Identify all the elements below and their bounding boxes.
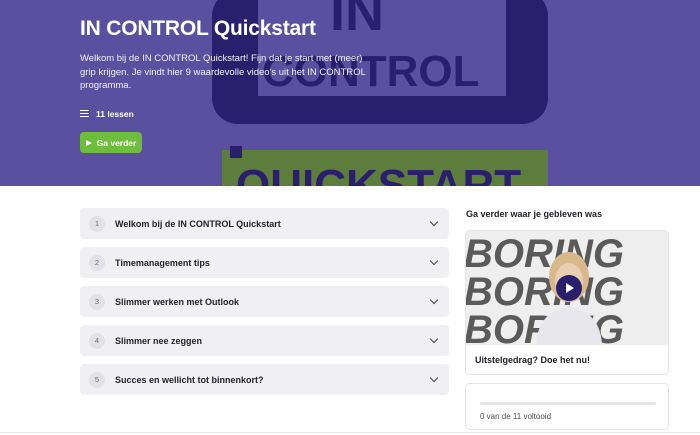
- lesson-item[interactable]: 1 Welkom bij de IN CONTROL Quickstart: [80, 208, 449, 239]
- play-icon: [566, 283, 574, 293]
- lesson-title: Slimmer werken met Outlook: [115, 296, 240, 307]
- chevron-down-icon[interactable]: [429, 373, 439, 383]
- course-title: IN CONTROL Quickstart: [80, 17, 316, 40]
- list-icon: [80, 109, 89, 118]
- lesson-number: 2: [89, 254, 105, 271]
- resume-heading: Ga verder waar je gebleven was: [466, 209, 603, 219]
- chevron-down-icon[interactable]: [429, 217, 439, 227]
- video-play-button[interactable]: [556, 275, 582, 301]
- lesson-item[interactable]: 2 Timemanagement tips: [80, 247, 449, 278]
- progress-card: 0 van de 11 voltooid: [465, 383, 669, 430]
- hero-content: IN CONTROL Quickstart Welkom bij de IN C…: [80, 16, 380, 119]
- divider: [0, 432, 700, 433]
- lesson-item[interactable]: 5 Succes en wellicht tot binnenkort?: [80, 364, 449, 395]
- lesson-item[interactable]: 3 Slimmer werken met Outlook: [80, 286, 449, 317]
- lesson-number: 4: [89, 332, 105, 349]
- progress-bar: [480, 402, 656, 405]
- chevron-down-icon[interactable]: [429, 334, 439, 344]
- lesson-title: Slimmer nee zeggen: [115, 335, 203, 346]
- lesson-item[interactable]: 4 Slimmer nee zeggen: [80, 325, 449, 356]
- lesson-list: 1 Welkom bij de IN CONTROL Quickstart 2 …: [80, 208, 449, 403]
- continue-button-label: Ga verder: [96, 137, 137, 148]
- progress-text: 0 van de 11 voltooid: [480, 412, 552, 421]
- play-icon: [85, 139, 92, 146]
- video-thumbnail[interactable]: BORING BORING BORING: [466, 231, 668, 345]
- lesson-number: 1: [89, 215, 105, 232]
- lesson-title: Timemanagement tips: [115, 257, 210, 268]
- lesson-title: Welkom bij de IN CONTROL Quickstart: [115, 218, 281, 229]
- course-description: Welkom bij de IN CONTROL Quickstart! Fij…: [80, 53, 366, 91]
- resume-video-card[interactable]: BORING BORING BORING Uitstelgedrag? Doe …: [465, 230, 669, 375]
- course-hero: IN CONTROL QUICKSTART IN CONTROL Quickst…: [0, 0, 700, 186]
- lessons-count: 11 lessen: [96, 108, 134, 119]
- chevron-down-icon[interactable]: [429, 295, 439, 305]
- lessons-count-row: 11 lessen: [80, 109, 380, 119]
- video-title: Uitstelgedrag? Doe het nu!: [475, 355, 591, 365]
- lesson-title: Succes en wellicht tot binnenkort?: [115, 374, 264, 385]
- lesson-number: 3: [89, 293, 105, 310]
- continue-button[interactable]: Ga verder: [80, 132, 142, 153]
- lesson-number: 5: [89, 371, 105, 388]
- hero-art-word-quickstart: QUICKSTART: [236, 161, 521, 186]
- chevron-down-icon[interactable]: [429, 256, 439, 266]
